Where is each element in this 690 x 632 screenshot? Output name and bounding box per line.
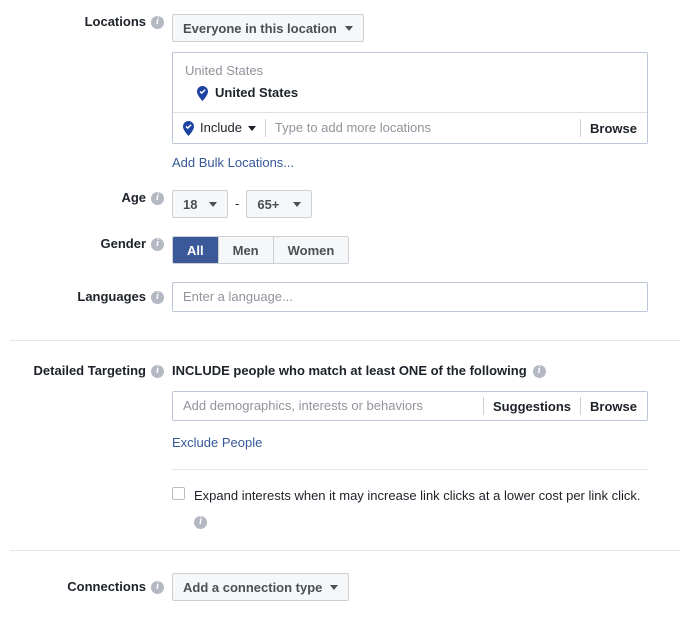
gender-option-men[interactable]: Men — [218, 237, 274, 263]
age-min-dropdown[interactable]: 18 — [172, 190, 228, 218]
age-max-dropdown[interactable]: 65+ — [246, 190, 313, 218]
divider — [483, 397, 485, 415]
connections-row: Connections Add a connection type — [0, 573, 690, 601]
chevron-down-icon — [344, 25, 353, 31]
info-icon[interactable] — [151, 290, 164, 304]
detailed-targeting-input[interactable]: Add demographics, interests or behaviors — [183, 398, 474, 414]
detailed-targeting-suggestions-button[interactable]: Suggestions — [493, 399, 571, 414]
add-connection-type-dropdown[interactable]: Add a connection type — [172, 573, 350, 601]
detailed-targeting-input-row: Add demographics, interests or behaviors… — [172, 391, 648, 421]
gender-segmented-control: All Men Women — [172, 236, 350, 264]
audience-targeting-form: Locations Everyone in this location Unit… — [0, 0, 690, 601]
chevron-down-icon — [330, 584, 339, 590]
detailed-targeting-inner-divider — [172, 469, 648, 470]
expand-interests-label-group: Expand interests when it may increase li… — [194, 487, 641, 529]
exclude-people-link[interactable]: Exclude People — [172, 435, 262, 450]
locations-panel: United States United States Include Type… — [172, 52, 648, 144]
gender-option-women[interactable]: Women — [273, 237, 349, 263]
chevron-down-icon — [247, 125, 256, 131]
detailed-targeting-label: Detailed Targeting — [33, 363, 146, 378]
languages-label-group: Languages — [0, 282, 172, 312]
gender-label: Gender — [100, 236, 146, 251]
languages-label: Languages — [77, 289, 146, 304]
location-chip-label: United States — [215, 85, 299, 100]
add-bulk-locations-link[interactable]: Add Bulk Locations... — [172, 155, 294, 170]
detailed-targeting-headline-group: INCLUDE people who match at least ONE of… — [172, 363, 690, 379]
connections-field: Add a connection type — [172, 573, 690, 601]
section-divider — [10, 340, 680, 341]
expand-interests-row: Expand interests when it may increase li… — [172, 487, 690, 529]
detailed-targeting-label-group: Detailed Targeting — [0, 363, 172, 379]
gender-row: Gender All Men Women — [0, 236, 690, 264]
location-chip-united-states[interactable]: United States — [185, 84, 635, 102]
include-label: Include — [200, 120, 242, 135]
info-icon[interactable] — [194, 515, 207, 529]
map-pin-icon — [183, 120, 194, 136]
age-range-separator: - — [235, 196, 240, 211]
location-scope-label: Everyone in this location — [183, 20, 337, 36]
detailed-targeting-headline: INCLUDE people who match at least ONE of… — [172, 363, 527, 378]
gender-label-group: Gender — [0, 236, 172, 252]
connections-label: Connections — [67, 579, 146, 594]
languages-input-placeholder: Enter a language... — [183, 289, 293, 304]
detailed-targeting-browse-button[interactable]: Browse — [590, 399, 637, 414]
languages-input[interactable]: Enter a language... — [172, 282, 648, 312]
locations-input-row: Include Type to add more locations Brows… — [173, 112, 647, 143]
chevron-down-icon — [209, 201, 217, 207]
location-scope-dropdown[interactable]: Everyone in this location — [172, 14, 364, 42]
info-icon[interactable] — [151, 15, 164, 29]
connections-label-group: Connections — [0, 573, 172, 601]
include-exclude-dropdown[interactable]: Include — [183, 120, 256, 136]
age-label-group: Age — [0, 190, 172, 206]
chevron-down-icon — [293, 201, 302, 207]
map-pin-icon — [197, 85, 208, 101]
info-icon[interactable] — [532, 364, 546, 378]
locations-group-title: United States — [185, 63, 264, 78]
locations-label-group: Locations — [0, 14, 172, 30]
section-divider — [10, 550, 680, 551]
info-icon[interactable] — [151, 580, 164, 594]
gender-field: All Men Women — [172, 236, 690, 264]
languages-row: Languages Enter a language... — [0, 282, 690, 312]
info-icon[interactable] — [151, 191, 164, 205]
locations-browse-button[interactable]: Browse — [590, 121, 637, 136]
age-field: 18 - 65+ — [172, 190, 690, 218]
divider — [264, 119, 266, 137]
locations-field: Everyone in this location United States … — [172, 14, 690, 172]
detailed-targeting-row: Detailed Targeting INCLUDE people who ma… — [0, 363, 690, 529]
age-max-value: 65+ — [257, 196, 280, 212]
detailed-targeting-field: INCLUDE people who match at least ONE of… — [172, 363, 690, 529]
locations-label: Locations — [84, 14, 146, 29]
locations-selected-list: United States United States — [173, 53, 647, 112]
divider — [580, 397, 582, 415]
add-connection-type-label: Add a connection type — [183, 579, 323, 595]
age-label: Age — [121, 190, 146, 205]
expand-interests-label: Expand interests when it may increase li… — [194, 488, 641, 503]
expand-interests-checkbox[interactable] — [172, 487, 185, 500]
age-min-value: 18 — [183, 196, 198, 212]
gender-option-all[interactable]: All — [173, 237, 219, 263]
info-icon[interactable] — [151, 364, 164, 378]
divider — [580, 119, 582, 137]
age-row: Age 18 - 65+ — [0, 190, 690, 218]
locations-search-input[interactable]: Type to add more locations — [275, 120, 571, 136]
info-icon[interactable] — [151, 237, 164, 251]
languages-field: Enter a language... — [172, 282, 690, 312]
locations-row: Locations Everyone in this location Unit… — [0, 14, 690, 172]
